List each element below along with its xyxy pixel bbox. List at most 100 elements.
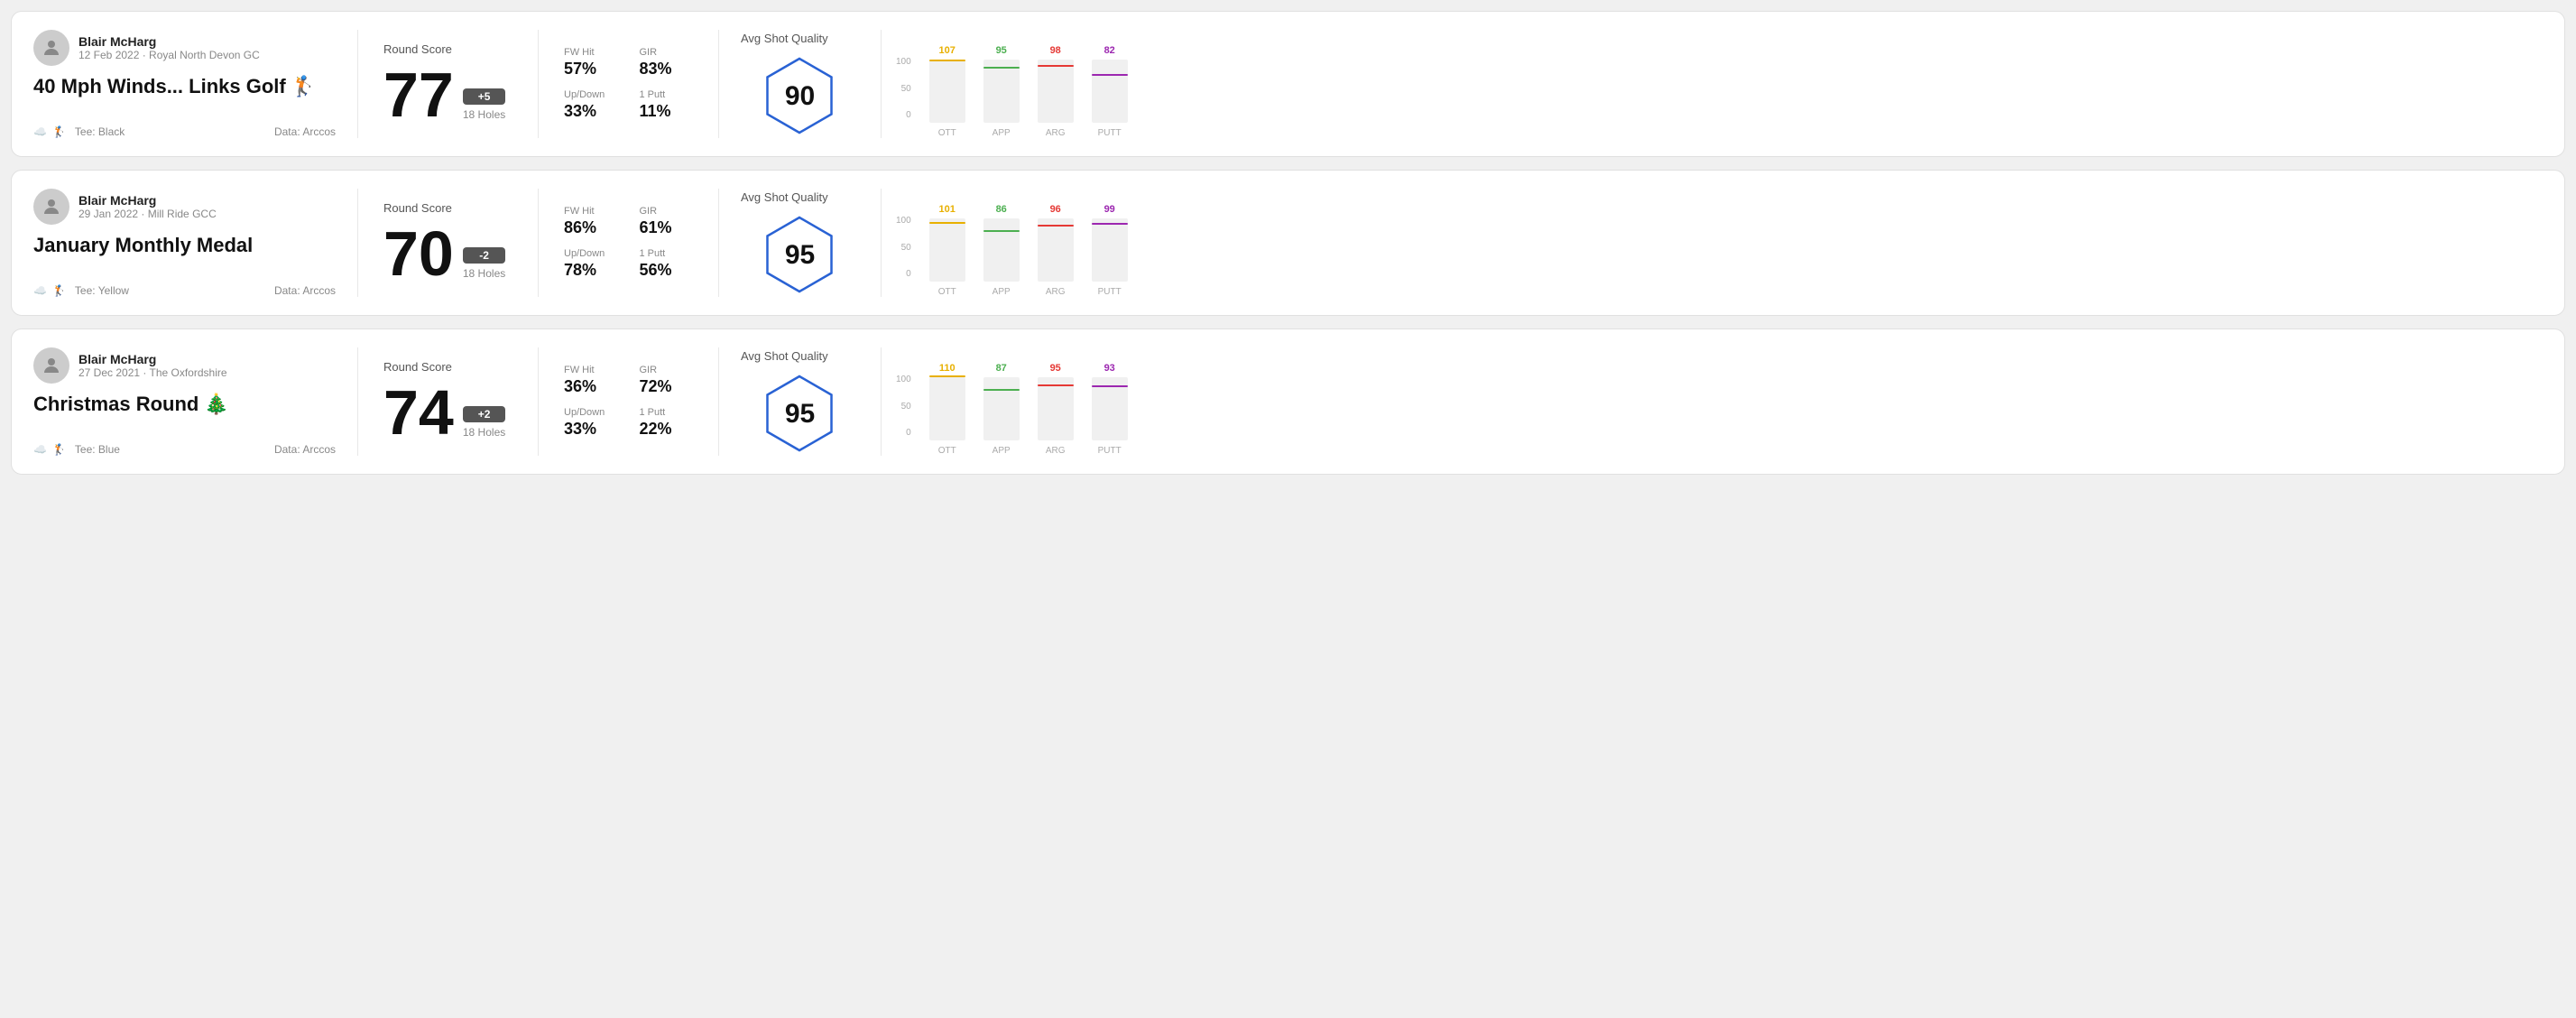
- y-label: 100: [896, 375, 911, 384]
- bar-bg: [1038, 377, 1074, 440]
- player-info: Blair McHarg 29 Jan 2022 · Mill Ride GCC: [33, 189, 336, 225]
- score-section: Round Score 70 -2 18 Holes: [358, 189, 539, 297]
- user-icon: [41, 196, 62, 217]
- holes-label: 18 Holes: [463, 267, 505, 280]
- gir-label: GIR: [640, 206, 694, 217]
- quality-score: 95: [785, 240, 815, 271]
- stats-section: FW Hit 57% GIR 83% Up/Down 33% 1 Putt 11…: [539, 30, 719, 138]
- bar-bg: [983, 377, 1020, 440]
- chart-section: 100500 107 OTT 95 APP 98: [882, 30, 2543, 138]
- bar-x-label: OTT: [938, 128, 956, 138]
- round-score-label: Round Score: [383, 360, 512, 374]
- gir-value: 83%: [640, 60, 694, 79]
- player-details: Blair McHarg 12 Feb 2022 · Royal North D…: [78, 34, 260, 61]
- round-card: Blair McHarg 29 Jan 2022 · Mill Ride GCC…: [11, 170, 2565, 316]
- title-emoji: 🎄: [204, 393, 228, 416]
- chart-container: 100500 107 OTT 95 APP 98: [896, 30, 2528, 138]
- tee-info: ☁️ 🏌 Tee: Black Data: Arccos: [33, 125, 336, 138]
- bag-icon: 🏌: [52, 284, 66, 297]
- bar-x-label: PUTT: [1098, 128, 1122, 138]
- tee-icons: ☁️ 🏌: [33, 125, 66, 138]
- tee-icons: ☁️ 🏌: [33, 284, 66, 297]
- bar-line: [1038, 384, 1074, 386]
- fw-hit-stat: FW Hit 86%: [564, 206, 618, 237]
- bar-value: 107: [939, 45, 956, 56]
- bar-line: [1092, 74, 1128, 76]
- fw-hit-value: 36%: [564, 377, 618, 396]
- tee-left: ☁️ 🏌 Tee: Black: [33, 125, 125, 138]
- bar-x-label: OTT: [938, 446, 956, 456]
- score-section: Round Score 74 +2 18 Holes: [358, 347, 539, 456]
- title-emoji: 🏌️: [291, 75, 316, 98]
- quality-label: Avg Shot Quality: [741, 32, 828, 45]
- bar-group: 87 APP: [983, 363, 1020, 456]
- user-icon: [41, 37, 62, 59]
- player-details: Blair McHarg 29 Jan 2022 · Mill Ride GCC: [78, 193, 217, 220]
- bar-wrapper: [1038, 377, 1074, 440]
- oneputt-stat: 1 Putt 22%: [640, 407, 694, 439]
- stats-section: FW Hit 86% GIR 61% Up/Down 78% 1 Putt 56…: [539, 189, 719, 297]
- quality-section: Avg Shot Quality 90: [719, 30, 882, 138]
- left-section: Blair McHarg 27 Dec 2021 · The Oxfordshi…: [33, 347, 358, 456]
- chart-section: 100500 101 OTT 86 APP 96: [882, 189, 2543, 297]
- bar-bg: [929, 218, 965, 282]
- left-section: Blair McHarg 12 Feb 2022 · Royal North D…: [33, 30, 358, 138]
- player-details: Blair McHarg 27 Dec 2021 · The Oxfordshi…: [78, 352, 227, 379]
- y-label: 50: [896, 402, 911, 412]
- stats-section: FW Hit 36% GIR 72% Up/Down 33% 1 Putt 22…: [539, 347, 719, 456]
- avatar: [33, 347, 69, 384]
- tee-left: ☁️ 🏌 Tee: Blue: [33, 443, 120, 456]
- gir-stat: GIR 61%: [640, 206, 694, 237]
- y-label: 50: [896, 84, 911, 94]
- avatar: [33, 30, 69, 66]
- score-value: 77: [383, 63, 454, 126]
- player-date: 12 Feb 2022 · Royal North Devon GC: [78, 49, 260, 61]
- player-date: 29 Jan 2022 · Mill Ride GCC: [78, 208, 217, 220]
- bar-value: 99: [1104, 204, 1115, 215]
- tee-icons: ☁️ 🏌: [33, 443, 66, 456]
- fw-hit-stat: FW Hit 57%: [564, 47, 618, 79]
- round-score-label: Round Score: [383, 42, 512, 56]
- gir-label: GIR: [640, 365, 694, 375]
- bar-bg: [1038, 218, 1074, 282]
- bar-group: 95 APP: [983, 45, 1020, 138]
- bar-x-label: PUTT: [1098, 446, 1122, 456]
- y-label: 50: [896, 243, 911, 253]
- gir-value: 72%: [640, 377, 694, 396]
- bar-line: [929, 60, 965, 61]
- chart-bars: 107 OTT 95 APP 98: [929, 30, 1128, 138]
- data-source: Data: Arccos: [274, 284, 336, 297]
- round-title: 40 Mph Winds... Links Golf 🏌️: [33, 75, 336, 98]
- fw-hit-label: FW Hit: [564, 365, 618, 375]
- weather-icon: ☁️: [33, 125, 47, 138]
- bar-line: [983, 67, 1020, 69]
- bar-value: 82: [1104, 45, 1115, 56]
- y-label: 0: [896, 428, 911, 438]
- bar-line: [1038, 65, 1074, 67]
- score-badge-col: +2 18 Holes: [463, 406, 505, 444]
- oneputt-value: 22%: [640, 420, 694, 439]
- bar-value: 101: [939, 204, 956, 215]
- oneputt-stat: 1 Putt 56%: [640, 248, 694, 280]
- weather-icon: ☁️: [33, 443, 47, 456]
- quality-section: Avg Shot Quality 95: [719, 189, 882, 297]
- stats-grid: FW Hit 57% GIR 83% Up/Down 33% 1 Putt 11…: [564, 47, 693, 121]
- weather-icon: ☁️: [33, 284, 47, 297]
- updown-value: 78%: [564, 261, 618, 280]
- updown-value: 33%: [564, 420, 618, 439]
- updown-stat: Up/Down 33%: [564, 89, 618, 121]
- updown-label: Up/Down: [564, 407, 618, 418]
- gir-label: GIR: [640, 47, 694, 58]
- oneputt-label: 1 Putt: [640, 89, 694, 100]
- score-badge: +2: [463, 406, 505, 422]
- bar-wrapper: [1038, 60, 1074, 123]
- bar-line: [1038, 225, 1074, 227]
- gir-stat: GIR 83%: [640, 47, 694, 79]
- score-badge-col: +5 18 Holes: [463, 88, 505, 126]
- data-source: Data: Arccos: [274, 443, 336, 456]
- bar-bg: [983, 60, 1020, 123]
- y-label: 100: [896, 57, 911, 67]
- player-info: Blair McHarg 12 Feb 2022 · Royal North D…: [33, 30, 336, 66]
- bar-line: [1092, 223, 1128, 225]
- chart-y-axis: 100500: [896, 57, 911, 138]
